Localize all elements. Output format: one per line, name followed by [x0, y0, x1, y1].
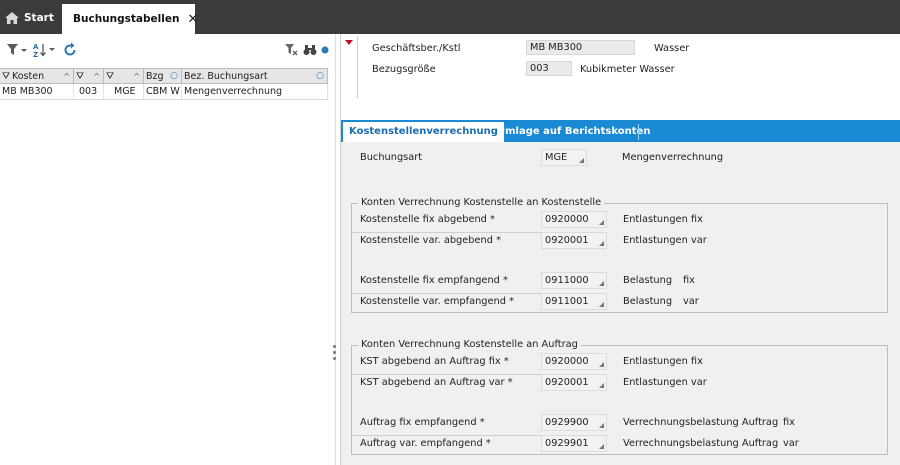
tab-start[interactable]: Start: [4, 6, 54, 30]
filter-icon[interactable]: ⛛: [2, 71, 10, 82]
cell-bezugsgroesse: 003: [74, 84, 104, 99]
tab-umlage-berichtskonten[interactable]: Umlage auf Berichtskonten: [491, 122, 656, 142]
left-panel: A Z ⛛ Kosten ^ ⛛ ^ ⛛ ^ Bzg ○ Bez. Buchun…: [0, 34, 336, 465]
detail-panel: Geschäftsber./Kstl MB MB300 Wasser Bezug…: [340, 34, 900, 465]
sort-asc-icon[interactable]: ^: [133, 72, 140, 81]
bezugsgroesse-field: 003: [526, 61, 572, 76]
buchungsart-field[interactable]: MGE: [541, 149, 587, 166]
svg-text:A: A: [33, 43, 39, 51]
kst-auftrag-fix-field[interactable]: 0920000: [541, 353, 607, 370]
column-kosten-label: Kosten: [11, 70, 45, 82]
kst-fix-empfangend-field[interactable]: 0911000: [541, 272, 607, 289]
auftrag-fix-empfangend-label: Auftrag fix empfangend *: [360, 417, 485, 428]
kst-var-abgebend-field[interactable]: 0920001: [541, 232, 607, 249]
group-kostenstelle: Konten Verrechnung Kostenstelle an Koste…: [351, 197, 888, 313]
list-toolbar: A Z: [0, 38, 336, 62]
kst-auftrag-var-label: KST abgebend an Auftrag var *: [360, 377, 513, 388]
column-kosten[interactable]: ⛛ Kosten ^: [0, 69, 74, 83]
geschaeftsber-field: MB MB300: [526, 40, 635, 55]
buchungsart-desc: Mengenverrechnung: [622, 152, 724, 163]
kst-auftrag-var-desc: Entlastungen var: [623, 377, 707, 388]
kst-fix-abgebend-label: Kostenstelle fix abgebend *: [360, 214, 495, 225]
tab-separator: [638, 124, 639, 140]
group-auftrag-title: Konten Verrechnung Kostenstelle an Auftr…: [358, 339, 581, 350]
kst-fix-empfangend-label: Kostenstelle fix empfangend *: [360, 275, 508, 286]
kst-fix-abgebend-desc: Entlastungen fix: [623, 214, 703, 225]
geschaeftsber-desc: Wasser: [654, 43, 690, 54]
buchungsart-label: Buchungsart: [360, 152, 423, 163]
svg-text:Z: Z: [33, 51, 38, 58]
column-options-icon[interactable]: ○: [170, 71, 178, 81]
divider: [357, 36, 358, 98]
kst-auftrag-fix-desc: Entlastungen fix: [623, 356, 703, 367]
auftrag-fix-empfangend-desc: Verrechnungsbelastung Auftrag: [623, 417, 779, 428]
column-bzg-label: Bzg: [146, 70, 164, 82]
column-bez-label: Bez. Buchungsart: [184, 70, 268, 82]
table-row[interactable]: MB MB300 003 MGE CBM W Mengenverrechnung: [0, 84, 328, 100]
geschaeftsber-label: Geschäftsber./Kstl: [372, 43, 461, 54]
refresh-icon[interactable]: [61, 41, 79, 59]
column-bzg[interactable]: Bzg ○: [144, 69, 182, 83]
kst-var-empfangend-field[interactable]: 0911001: [541, 293, 607, 310]
bezugsgroesse-label: Bezugsgröße: [372, 64, 436, 75]
top-tab-bar: Start Buchungstabellen ✕: [0, 0, 900, 34]
kst-var-empfangend-desc: Belastung: [623, 296, 673, 307]
kst-var-empfangend-label: Kostenstelle var. empfangend *: [360, 296, 514, 307]
cell-bzg: CBM W: [144, 84, 182, 99]
kst-auftrag-fix-label: KST abgebend an Auftrag fix *: [360, 356, 509, 367]
tab-start-label: Start: [24, 12, 54, 24]
cell-bez-buchungsart: Mengenverrechnung: [182, 84, 328, 99]
close-icon[interactable]: ✕: [187, 12, 198, 27]
kst-fix-empfangend-desc: Belastung: [623, 275, 673, 286]
tab-buchungstabellen-label: Buchungstabellen: [73, 13, 180, 25]
filter-icon[interactable]: ⛛: [106, 71, 114, 82]
bezugsgroesse-desc: Kubikmeter Wasser: [580, 64, 675, 75]
column-options-icon[interactable]: ○: [316, 71, 324, 81]
grid-header: ⛛ Kosten ^ ⛛ ^ ⛛ ^ Bzg ○ Bez. Buchungsar…: [0, 68, 328, 84]
column-3[interactable]: ⛛ ^: [104, 69, 144, 83]
tab-content: Buchungsart MGE Mengenverrechnung Konten…: [341, 142, 900, 465]
column-bez-buchungsart[interactable]: Bez. Buchungsart ○: [182, 69, 328, 83]
tab-buchungstabellen[interactable]: Buchungstabellen ✕: [62, 4, 198, 34]
auftrag-fix-empfangend-type: fix: [783, 417, 795, 428]
auftrag-var-empfangend-type: var: [783, 438, 799, 449]
cell-kosten: MB MB300: [0, 84, 74, 99]
required-marker-icon: [345, 40, 353, 45]
column-2[interactable]: ⛛ ^: [74, 69, 104, 83]
binoculars-icon[interactable]: [303, 41, 317, 59]
kst-var-abgebend-label: Kostenstelle var. abgebend *: [360, 235, 501, 246]
auftrag-var-empfangend-desc: Verrechnungsbelastung Auftrag: [623, 438, 779, 449]
home-icon: [5, 12, 19, 24]
auftrag-fix-empfangend-field[interactable]: 0929900: [541, 414, 607, 431]
kst-fix-empfangend-type: fix: [683, 275, 695, 286]
sort-az-icon[interactable]: A Z: [33, 41, 57, 59]
group-auftrag: Konten Verrechnung Kostenstelle an Auftr…: [351, 339, 888, 455]
kst-var-empfangend-type: var: [683, 296, 699, 307]
auftrag-var-empfangend-field[interactable]: 0929901: [541, 435, 607, 452]
sort-asc-icon[interactable]: ^: [63, 72, 70, 81]
detail-tab-bar: Kostenstellenverrechnung Umlage auf Beri…: [341, 120, 900, 142]
filter-icon[interactable]: ⛛: [76, 71, 84, 82]
auftrag-var-empfangend-label: Auftrag var. empfangend *: [360, 438, 491, 449]
cell-buchungsart: MGE: [104, 84, 144, 99]
panel-splitter[interactable]: [333, 345, 337, 363]
tab-kostenstellenverrechnung[interactable]: Kostenstellenverrechnung: [343, 122, 504, 142]
clear-filter-icon[interactable]: [284, 41, 298, 59]
filter-dropdown-icon[interactable]: [6, 41, 28, 59]
kst-var-abgebend-desc: Entlastungen var: [623, 235, 707, 246]
status-dot-icon: [320, 41, 330, 59]
kst-auftrag-var-field[interactable]: 0920001: [541, 374, 607, 391]
kst-fix-abgebend-field[interactable]: 0920000: [541, 211, 607, 228]
group-kostenstelle-title: Konten Verrechnung Kostenstelle an Koste…: [358, 197, 605, 208]
sort-asc-icon[interactable]: ^: [93, 72, 100, 81]
